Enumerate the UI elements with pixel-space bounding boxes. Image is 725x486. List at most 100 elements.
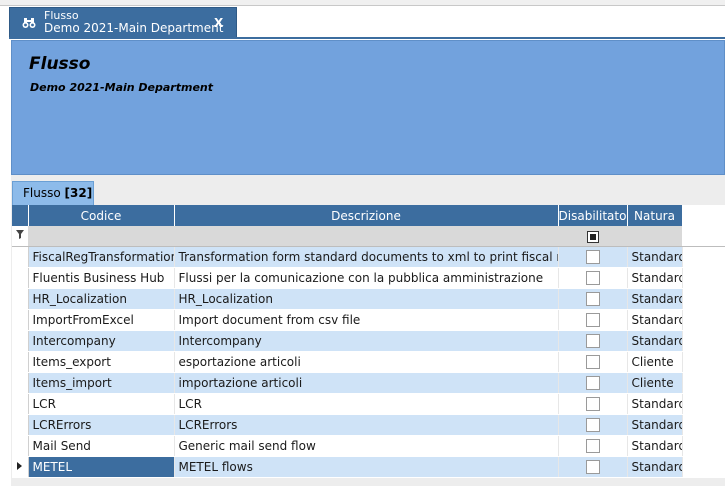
document-tab[interactable]: Flusso Demo 2021-Main Department X bbox=[9, 7, 237, 37]
row-indicator[interactable] bbox=[12, 414, 29, 436]
table-row[interactable]: Mail Send Generic mail send flow Standard bbox=[12, 435, 725, 457]
cell-descrizione[interactable]: LCRErrors bbox=[174, 414, 559, 436]
cell-descrizione[interactable]: LCR bbox=[174, 393, 559, 415]
table-row[interactable]: LCR LCR Standard bbox=[12, 393, 725, 415]
table-row[interactable]: HR_Localization HR_Localization Standard bbox=[12, 288, 725, 310]
close-tab-button[interactable]: X bbox=[214, 16, 223, 30]
filter-icon bbox=[12, 226, 28, 247]
row-filler bbox=[682, 351, 725, 373]
cell-natura[interactable]: Standard bbox=[627, 267, 683, 289]
table-row[interactable]: METEL METEL flows Standard bbox=[12, 456, 725, 478]
cell-codice[interactable]: LCRErrors bbox=[28, 414, 175, 436]
row-filler bbox=[682, 288, 725, 310]
table-row[interactable]: Fluentis Business Hub Flussi per la comun… bbox=[12, 267, 725, 289]
table-row[interactable]: Items_export esportazione articoli Cliente bbox=[12, 351, 725, 373]
cell-natura[interactable]: Standard bbox=[627, 246, 683, 268]
table-row[interactable]: LCRErrors LCRErrors Standard bbox=[12, 414, 725, 436]
row-indicator[interactable] bbox=[12, 372, 29, 394]
cell-codice[interactable]: HR_Localization bbox=[28, 288, 175, 310]
row-indicator[interactable] bbox=[12, 456, 29, 478]
cell-disabilitato[interactable] bbox=[558, 351, 628, 373]
disabilitato-checkbox[interactable] bbox=[585, 376, 600, 391]
cell-disabilitato[interactable] bbox=[558, 267, 628, 289]
cell-natura[interactable]: Standard bbox=[627, 309, 683, 331]
row-indicator[interactable] bbox=[12, 393, 29, 415]
cell-disabilitato[interactable] bbox=[558, 393, 628, 415]
column-header-natura[interactable]: Natura bbox=[627, 205, 683, 226]
filter-disabilitato[interactable] bbox=[558, 226, 627, 247]
current-row-arrow-icon bbox=[17, 462, 23, 470]
cell-natura[interactable]: Standard bbox=[627, 393, 683, 415]
tab-flusso[interactable]: Flusso [32] bbox=[12, 181, 94, 205]
cell-natura[interactable]: Standard bbox=[627, 288, 683, 310]
cell-descrizione[interactable]: HR_Localization bbox=[174, 288, 559, 310]
disabilitato-checkbox[interactable] bbox=[585, 460, 600, 475]
row-indicator[interactable] bbox=[12, 267, 29, 289]
grid-header-row: Codice Descrizione Disabilitato Natura bbox=[12, 205, 725, 226]
cell-natura[interactable]: Standard bbox=[627, 456, 683, 478]
cell-codice[interactable]: LCR bbox=[28, 393, 175, 415]
row-indicator[interactable] bbox=[12, 246, 29, 268]
cell-descrizione[interactable]: importazione articoli bbox=[174, 372, 559, 394]
disabilitato-checkbox[interactable] bbox=[585, 418, 600, 433]
cell-descrizione[interactable]: Import document from csv file bbox=[174, 309, 559, 331]
cell-codice[interactable]: ImportFromExcel bbox=[28, 309, 175, 331]
table-row[interactable]: Items_import importazione articoli Cliente bbox=[12, 372, 725, 394]
table-row[interactable]: ImportFromExcel Import document from csv … bbox=[12, 309, 725, 331]
row-filler bbox=[682, 267, 725, 289]
filter-row[interactable] bbox=[12, 226, 725, 247]
table-row[interactable]: Intercompany Intercompany Standard bbox=[12, 330, 725, 352]
cell-disabilitato[interactable] bbox=[558, 372, 628, 394]
table-row[interactable]: FiscalRegTransformations Transformation f… bbox=[12, 246, 725, 268]
filter-disabilitato-checkbox[interactable] bbox=[586, 230, 599, 243]
cell-codice[interactable]: Fluentis Business Hub bbox=[28, 267, 175, 289]
filter-descrizione[interactable] bbox=[174, 226, 558, 247]
disabilitato-checkbox[interactable] bbox=[585, 292, 600, 307]
cell-disabilitato[interactable] bbox=[558, 435, 628, 457]
cell-codice[interactable]: Mail Send bbox=[28, 435, 175, 457]
cell-natura[interactable]: Standard bbox=[627, 330, 683, 352]
cell-descrizione[interactable]: Flussi per la comunicazione con la pubbl… bbox=[174, 267, 559, 289]
disabilitato-checkbox[interactable] bbox=[585, 439, 600, 454]
cell-disabilitato[interactable] bbox=[558, 456, 628, 478]
cell-disabilitato[interactable] bbox=[558, 330, 628, 352]
cell-disabilitato[interactable] bbox=[558, 414, 628, 436]
tab-underline bbox=[9, 37, 725, 39]
cell-natura[interactable]: Cliente bbox=[627, 351, 683, 373]
row-filler bbox=[682, 435, 725, 457]
cell-codice[interactable]: FiscalRegTransformations bbox=[28, 246, 175, 268]
cell-codice[interactable]: METEL bbox=[28, 456, 175, 478]
cell-natura[interactable]: Standard bbox=[627, 414, 683, 436]
cell-disabilitato[interactable] bbox=[558, 246, 628, 268]
row-filler bbox=[682, 414, 725, 436]
cell-descrizione[interactable]: esportazione articoli bbox=[174, 351, 559, 373]
row-indicator[interactable] bbox=[12, 351, 29, 373]
filter-natura[interactable] bbox=[627, 226, 682, 247]
cell-natura[interactable]: Cliente bbox=[627, 372, 683, 394]
disabilitato-checkbox[interactable] bbox=[585, 355, 600, 370]
disabilitato-checkbox[interactable] bbox=[585, 313, 600, 328]
cell-descrizione[interactable]: Intercompany bbox=[174, 330, 559, 352]
cell-descrizione[interactable]: METEL flows bbox=[174, 456, 559, 478]
row-indicator[interactable] bbox=[12, 330, 29, 352]
row-indicator[interactable] bbox=[12, 435, 29, 457]
column-header-disabilitato[interactable]: Disabilitato bbox=[558, 205, 628, 226]
disabilitato-checkbox[interactable] bbox=[585, 271, 600, 286]
cell-codice[interactable]: Items_import bbox=[28, 372, 175, 394]
cell-natura[interactable]: Standard bbox=[627, 435, 683, 457]
header-filler bbox=[682, 205, 725, 226]
row-indicator[interactable] bbox=[12, 309, 29, 331]
cell-codice[interactable]: Intercompany bbox=[28, 330, 175, 352]
cell-descrizione[interactable]: Generic mail send flow bbox=[174, 435, 559, 457]
column-header-descrizione[interactable]: Descrizione bbox=[174, 205, 559, 226]
column-header-codice[interactable]: Codice bbox=[28, 205, 175, 226]
cell-descrizione[interactable]: Transformation form standard documents t… bbox=[174, 246, 559, 268]
cell-disabilitato[interactable] bbox=[558, 288, 628, 310]
cell-disabilitato[interactable] bbox=[558, 309, 628, 331]
disabilitato-checkbox[interactable] bbox=[585, 334, 600, 349]
disabilitato-checkbox[interactable] bbox=[585, 250, 600, 265]
disabilitato-checkbox[interactable] bbox=[585, 397, 600, 412]
row-indicator[interactable] bbox=[12, 288, 29, 310]
filter-codice[interactable] bbox=[28, 226, 174, 247]
cell-codice[interactable]: Items_export bbox=[28, 351, 175, 373]
